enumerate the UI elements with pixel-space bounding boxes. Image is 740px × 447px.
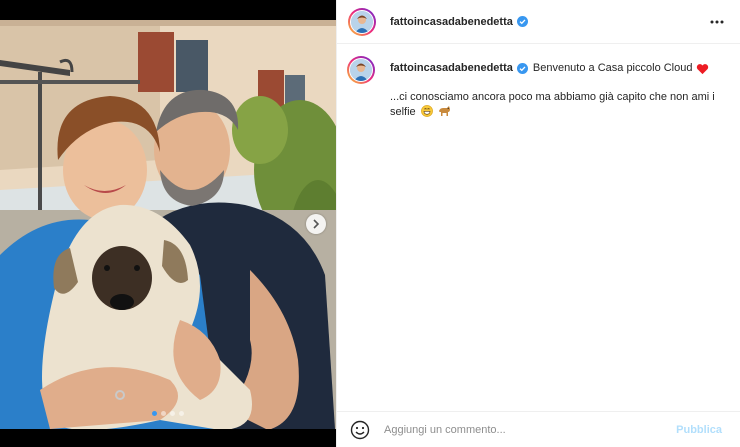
profile-photo [351, 10, 373, 33]
photo-bottom-band [0, 429, 336, 447]
dog-icon [438, 106, 450, 116]
avatar-ring [350, 9, 374, 34]
caption-username[interactable]: fattoincasadabenedetta [390, 61, 513, 76]
carousel-dot [179, 411, 184, 416]
carousel-dot [170, 411, 175, 416]
comment-input[interactable] [382, 422, 671, 437]
caption-first-line: fattoincasadabenedetta Benvenuto a Casa … [390, 61, 730, 76]
post-header: fattoincasadabenedetta [337, 0, 740, 44]
caption-body: ...ci conosciamo ancora poco ma abbiamo … [390, 90, 730, 120]
instagram-post: fattoincasadabenedetta fattoincasadabene… [0, 0, 740, 447]
avatar[interactable] [348, 7, 376, 36]
caption-message: Benvenuto a Casa piccolo Cloud [532, 62, 693, 74]
post-image [0, 20, 336, 429]
post-photo[interactable] [0, 0, 336, 447]
carousel-dot [161, 411, 166, 416]
more-dots-icon [710, 20, 724, 24]
caption-avatar[interactable] [347, 56, 375, 84]
post-author-username[interactable]: fattoincasadabenedetta [390, 16, 513, 28]
avatar-ring [349, 58, 373, 82]
photo-top-band [0, 0, 336, 20]
emoji-picker-icon[interactable] [350, 420, 370, 440]
caption-text-block: fattoincasadabenedetta Benvenuto a Casa … [390, 61, 730, 120]
carousel-indicators [0, 411, 336, 416]
more-options-button[interactable] [709, 14, 725, 30]
comment-bar: Pubblica [337, 411, 740, 447]
chevron-right-icon [313, 219, 320, 229]
heart-icon [697, 63, 709, 74]
carousel-next-button[interactable] [306, 214, 326, 234]
verified-badge-icon [516, 63, 528, 74]
grinning-face-icon [420, 105, 433, 117]
avatar-image [350, 59, 372, 81]
verified-badge-icon [516, 16, 528, 27]
profile-photo [350, 59, 372, 81]
avatar-image [351, 10, 373, 33]
publish-button[interactable]: Pubblica [670, 423, 728, 437]
post-side-panel: fattoincasadabenedetta fattoincasadabene… [336, 0, 740, 447]
carousel-dot [152, 411, 157, 416]
